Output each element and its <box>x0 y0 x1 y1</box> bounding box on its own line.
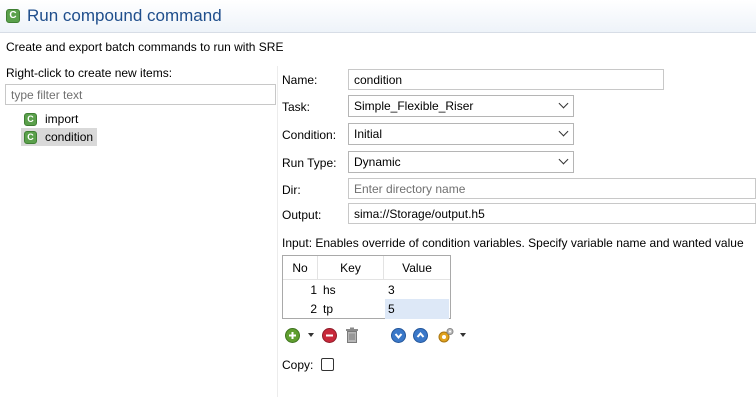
settings-icon[interactable] <box>437 327 454 344</box>
filter-input[interactable] <box>5 84 276 105</box>
dropdown-arrow-icon[interactable] <box>308 333 314 337</box>
variables-table[interactable]: No Key Value 1 hs 3 2 tp 5 <box>282 255 451 319</box>
copy-label: Copy: <box>282 358 314 372</box>
dir-label: Dir: <box>282 183 301 197</box>
output-label: Output: <box>282 208 322 222</box>
run-type-select[interactable]: Dynamic <box>348 151 574 173</box>
page-title: Run compound command <box>27 6 222 25</box>
row-value[interactable]: 5 <box>385 299 449 319</box>
column-header-no[interactable]: No <box>283 256 318 280</box>
tree-item-import[interactable]: C import <box>21 110 82 128</box>
tree-item-label: import <box>45 112 79 126</box>
name-field[interactable] <box>348 69 664 90</box>
chevron-down-icon <box>558 154 569 165</box>
command-icon: C <box>24 130 37 144</box>
row-number: 2 <box>310 302 317 316</box>
task-select-value: Simple_Flexible_Riser <box>354 99 474 113</box>
condition-label: Condition: <box>282 128 337 142</box>
add-icon[interactable] <box>285 328 300 343</box>
move-up-icon[interactable] <box>413 328 428 343</box>
task-select[interactable]: Simple_Flexible_Riser <box>348 95 574 117</box>
move-down-icon[interactable] <box>391 328 406 343</box>
condition-select-value: Initial <box>354 127 383 141</box>
page-subtitle: Create and export batch commands to run … <box>6 40 284 54</box>
name-label: Name: <box>282 73 318 87</box>
remove-icon[interactable] <box>322 328 337 343</box>
dropdown-arrow-icon[interactable] <box>460 333 466 337</box>
tree-item-condition[interactable]: C condition <box>21 128 98 146</box>
row-value[interactable]: 3 <box>385 280 449 300</box>
tree-item-label: condition <box>45 130 94 144</box>
dir-field[interactable] <box>348 178 756 199</box>
run-type-select-value: Dynamic <box>354 155 401 169</box>
compound-command-icon: C <box>6 9 20 23</box>
output-field[interactable] <box>348 203 756 224</box>
row-key[interactable]: tp <box>323 299 383 319</box>
table-header: No Key Value <box>283 256 450 280</box>
panel-divider[interactable] <box>277 66 278 397</box>
chevron-down-icon <box>558 126 569 137</box>
command-icon: C <box>24 112 37 126</box>
input-description: Input: Enables override of condition var… <box>282 236 744 250</box>
row-key[interactable]: hs <box>323 280 383 300</box>
run-type-label: Run Type: <box>282 156 337 170</box>
column-header-key[interactable]: Key <box>318 256 384 280</box>
tree-instructions: Right-click to create new items: <box>6 66 173 80</box>
title-bar: C Run compound command <box>0 0 756 33</box>
condition-select[interactable]: Initial <box>348 123 574 145</box>
task-label: Task: <box>282 100 311 114</box>
delete-icon[interactable] <box>345 327 359 343</box>
column-header-value[interactable]: Value <box>384 256 450 280</box>
copy-checkbox[interactable] <box>321 358 334 371</box>
chevron-down-icon <box>558 98 569 109</box>
row-number: 1 <box>310 283 317 297</box>
